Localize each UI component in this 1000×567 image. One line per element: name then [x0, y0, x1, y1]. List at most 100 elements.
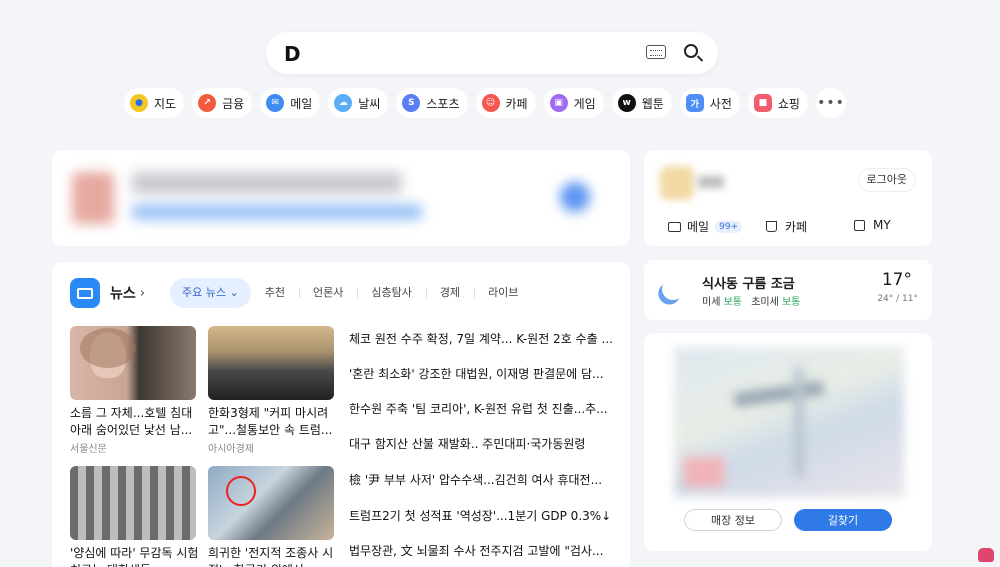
- cafe-cup-icon: [766, 221, 777, 232]
- news-source: 아시아경제: [208, 444, 254, 455]
- store-info-button[interactable]: 매장 정보: [684, 509, 782, 531]
- quick-link-finance[interactable]: ↗ 금융: [192, 88, 253, 118]
- my-label: MY: [873, 218, 891, 232]
- keyboard-icon[interactable]: [646, 45, 666, 59]
- quick-link-mail[interactable]: ✉ 메일: [260, 88, 321, 118]
- quick-link-label: 스포츠: [426, 96, 460, 111]
- quick-link-label: 쇼핑: [777, 96, 800, 111]
- chevron-down-icon: ⌄: [229, 286, 239, 299]
- dictionary-icon: 가: [685, 94, 704, 112]
- news-card-caption[interactable]: 한화3형제 "커피 마시려 고"...철통보안 속 트럼...: [208, 405, 338, 439]
- fine-dust-label: 초미세: [751, 297, 779, 308]
- quick-link-sports[interactable]: S 스포츠: [396, 88, 468, 118]
- profile-my-link[interactable]: MY: [854, 218, 891, 232]
- news-icon: [70, 278, 100, 308]
- finance-chart-icon: ↗: [198, 94, 217, 112]
- mail-label: 메일: [687, 220, 710, 234]
- quick-link-shopping[interactable]: ■ 쇼핑: [747, 88, 808, 118]
- mail-icon: [668, 221, 681, 232]
- chevron-right-icon: ›: [139, 285, 145, 301]
- news-thumbnail[interactable]: [208, 326, 334, 400]
- news-thumbnail[interactable]: [208, 466, 334, 540]
- quick-link-label: 게임: [573, 96, 596, 111]
- tab-economy[interactable]: 경제: [425, 278, 474, 308]
- webtoon-icon: w: [617, 94, 636, 112]
- directions-button[interactable]: 길찾기: [794, 509, 892, 531]
- search-icon[interactable]: [684, 44, 698, 58]
- mail-count-badge: 99+: [715, 220, 743, 233]
- news-title: 뉴스: [110, 286, 136, 302]
- cafe-icon: ☺: [481, 94, 500, 112]
- weather-location: 식사동 구름 조금: [702, 277, 795, 292]
- map-pin-icon: ●: [130, 94, 148, 112]
- ad-image: [72, 172, 114, 224]
- current-temperature: 17°: [881, 270, 912, 290]
- dust-info: 미세 보통 초미세 보통: [702, 293, 800, 308]
- quick-link-dictionary[interactable]: 가 사전: [679, 88, 740, 118]
- quick-link-label: 사전: [709, 96, 732, 111]
- sports-icon: S: [402, 94, 421, 112]
- dust-label: 미세: [702, 297, 721, 308]
- news-thumbnail[interactable]: [70, 466, 196, 540]
- dust-value: 보통: [723, 297, 742, 308]
- tab-live[interactable]: 라이브: [474, 278, 532, 308]
- ad-subtitle-placeholder: [132, 204, 422, 220]
- news-headline[interactable]: 법무장관, 文 뇌물죄 수사 전주지검 고발에 "검사...: [349, 542, 619, 559]
- ad-title-placeholder: [132, 172, 402, 194]
- tab-label: 주요 뉴스: [182, 286, 226, 299]
- ad-button-placeholder: [560, 182, 590, 212]
- avatar: [660, 166, 694, 200]
- game-icon: ▣: [549, 94, 568, 112]
- daum-logo[interactable]: D: [284, 42, 301, 66]
- news-tabs: 주요 뉴스 ⌄ 추천 언론사 심층탐사 경제 라이브: [170, 278, 532, 308]
- tab-main-news[interactable]: 주요 뉴스 ⌄: [170, 278, 251, 308]
- cafe-label: 카페: [785, 220, 808, 234]
- news-card-caption[interactable]: '양심에 따라' 무감독 시험 치르는 대학생들: [70, 545, 200, 567]
- news-thumbnail[interactable]: [70, 326, 196, 400]
- news-card-caption[interactable]: 희귀한 '전지적 조종사 시점'...항공기 위에서...: [208, 545, 338, 567]
- news-headline[interactable]: 대구 함지산 산불 재발화.. 주민대피·국가동원령: [349, 435, 619, 452]
- map-card: 매장 정보 길찾기: [644, 333, 932, 551]
- news-headline[interactable]: 체코 원전 수주 확정, 7일 계약... K-원전 2호 수출 ...: [349, 330, 619, 347]
- quick-link-game[interactable]: ▣ 게임: [543, 88, 604, 118]
- quick-link-label: 금융: [222, 96, 245, 111]
- tab-press[interactable]: 언론사: [298, 278, 357, 308]
- news-section: 뉴스 › 주요 뉴스 ⌄ 추천 언론사 심층탐사 경제 라이브 소름 그 자체.…: [52, 262, 630, 567]
- quick-link-label: 웹툰: [641, 96, 664, 111]
- quick-link-weather[interactable]: ☁ 날씨: [328, 88, 389, 118]
- quick-link-cafe[interactable]: ☺ 카페: [475, 88, 536, 118]
- news-card-caption[interactable]: 소름 그 자체...호텔 침대 아래 숨어있던 낯선 남...: [70, 405, 200, 439]
- mascot-icon[interactable]: [978, 548, 994, 562]
- tab-in-depth[interactable]: 심층탐사: [357, 278, 425, 308]
- shopping-icon: ■: [753, 94, 772, 112]
- quick-links: ● 지도 ↗ 금융 ✉ 메일 ☁ 날씨 S 스포츠 ☺ 카페 ▣ 게임 w 웹툰 가 사전 ■ 쇼핑…: [124, 88, 846, 118]
- quick-link-webtoon[interactable]: w 웹툰: [611, 88, 672, 118]
- news-headline[interactable]: 檢 '尹 부부 사저' 압수수색...김건희 여사 휴대전...: [349, 471, 619, 488]
- weather-card[interactable]: 식사동 구름 조금 미세 보통 초미세 보통 17° 24° / 11°: [644, 260, 932, 320]
- moon-cloud-icon: [659, 275, 687, 303]
- mail-icon: ✉: [266, 94, 285, 112]
- weather-icon: ☁: [334, 94, 353, 112]
- tab-recommend[interactable]: 추천: [251, 278, 299, 308]
- more-button[interactable]: •••: [815, 88, 846, 118]
- news-headline[interactable]: '혼란 최소화' 강조한 대법원, 이재명 판결문에 담...: [349, 365, 619, 382]
- news-source: 서울신문: [70, 444, 107, 455]
- user-icon: [854, 219, 865, 231]
- profile-card: 로그아웃 메일 99+ 카페 MY: [644, 150, 932, 246]
- quick-link-map[interactable]: ● 지도: [124, 88, 185, 118]
- ad-banner[interactable]: [52, 150, 630, 246]
- news-header[interactable]: 뉴스 ›: [70, 278, 145, 308]
- quick-link-label: 지도: [154, 96, 177, 111]
- username-placeholder: [698, 176, 724, 188]
- map-image[interactable]: [674, 347, 904, 497]
- quick-link-label: 카페: [505, 96, 528, 111]
- temperature-range: 24° / 11°: [877, 294, 918, 304]
- profile-mail-link[interactable]: 메일 99+: [668, 218, 743, 235]
- news-headline[interactable]: 한수원 주축 '팀 코리아', K-원전 유럽 첫 진출...추...: [349, 400, 619, 417]
- logout-button[interactable]: 로그아웃: [857, 168, 916, 192]
- fine-dust-value: 보통: [781, 297, 801, 308]
- news-headline[interactable]: 트럼프2기 첫 성적표 '역성장'...1분기 GDP 0.3%↓: [349, 507, 619, 524]
- search-bar[interactable]: D: [266, 32, 718, 74]
- quick-link-label: 날씨: [358, 96, 381, 111]
- profile-cafe-link[interactable]: 카페: [766, 218, 807, 235]
